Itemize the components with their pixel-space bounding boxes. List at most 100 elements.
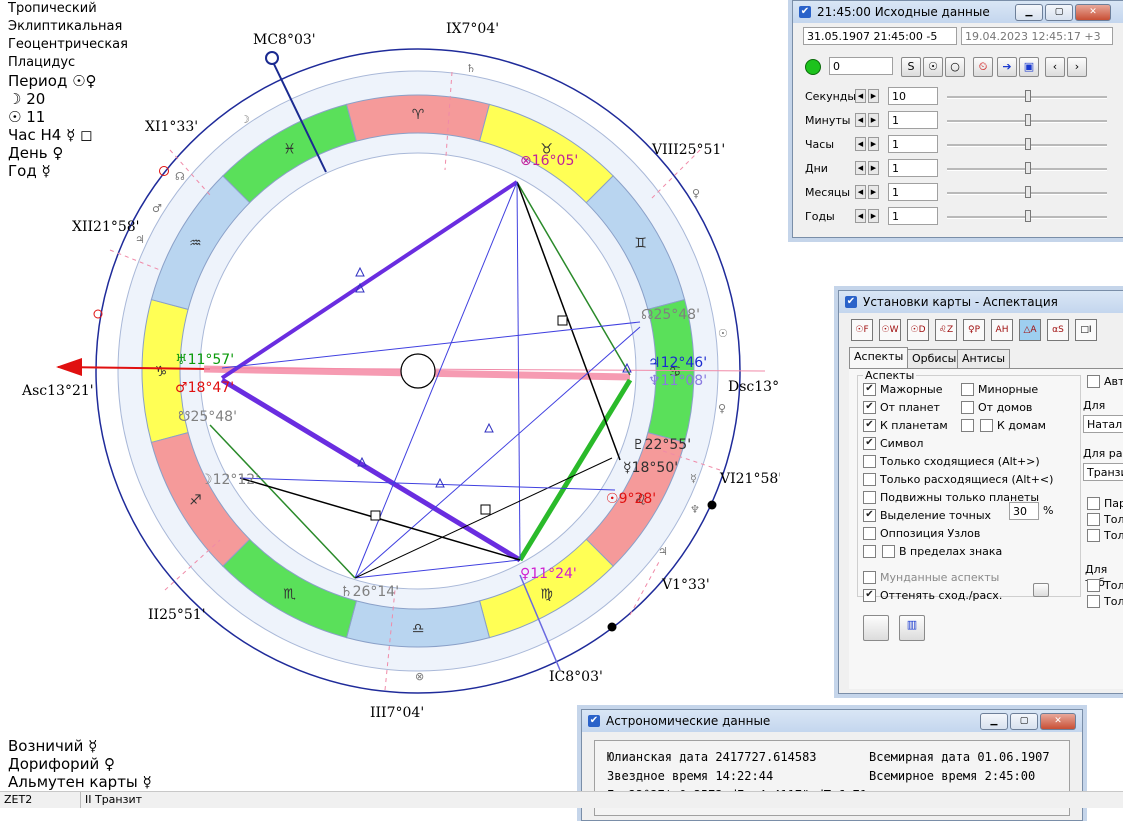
source-data-window[interactable]: ✔ 21:45:00 Исходные данные ▁ ▢ ✕ 31.05.1… bbox=[792, 0, 1123, 238]
planets-icon[interactable]: ♀P bbox=[963, 319, 985, 341]
tol3-checkbox[interactable]: Тол bbox=[1087, 579, 1123, 592]
spin-up-button[interactable]: ▶ bbox=[868, 137, 879, 151]
tol2-checkbox[interactable]: Тол bbox=[1087, 529, 1123, 542]
maximize-button[interactable]: ▢ bbox=[1045, 4, 1073, 21]
row-value-field[interactable]: 1 bbox=[888, 183, 938, 201]
asc-houses-icon[interactable]: AH bbox=[991, 319, 1013, 341]
aspect-option-checkbox[interactable]: ✔ Символ bbox=[863, 437, 923, 450]
sagittarius-icon: ♐ bbox=[189, 493, 202, 509]
aspect-option-checkbox[interactable]: К домам bbox=[961, 419, 1046, 432]
aspect-option-checkbox[interactable]: В пределах знака bbox=[863, 545, 1002, 558]
chart-settings-window[interactable]: ✔ Установки карты - Аспектация ☉F ☉W ☉D … bbox=[838, 290, 1123, 694]
tab-aspects[interactable]: Аспекты bbox=[849, 347, 909, 368]
part-of-fortune-icon: ⊗ bbox=[520, 153, 532, 169]
aspect-option-checkbox[interactable]: ✔ Мажорные bbox=[863, 383, 943, 396]
spin-down-button[interactable]: ◀ bbox=[855, 209, 866, 223]
spin-down-button[interactable]: ◀ bbox=[855, 89, 866, 103]
fixed-stars-icon[interactable]: ☉F bbox=[851, 319, 873, 341]
prev-button[interactable]: ‹ bbox=[1045, 57, 1065, 77]
shade-options-button[interactable] bbox=[1033, 583, 1049, 597]
aspect-option-checkbox[interactable]: Только расходящиеся (Alt+<) bbox=[863, 473, 1053, 486]
days-icon[interactable]: ☉D bbox=[907, 319, 929, 341]
day-line: День ♀ bbox=[8, 144, 64, 162]
house-ii-deg: 25°51' bbox=[159, 607, 205, 623]
tol1-checkbox[interactable]: Тол bbox=[1087, 513, 1123, 526]
par-checkbox[interactable]: Пар bbox=[1087, 497, 1123, 510]
aspect-option-checkbox[interactable]: Оппозиция Узлов bbox=[863, 527, 980, 540]
row-value-field[interactable]: 1 bbox=[888, 111, 938, 129]
spin-down-button[interactable]: ◀ bbox=[855, 137, 866, 151]
minimize-button[interactable]: ▁ bbox=[980, 713, 1008, 730]
spin-down-button[interactable]: ◀ bbox=[855, 185, 866, 199]
natal-date-field[interactable]: 31.05.1907 21:45:00 -5 bbox=[803, 27, 957, 45]
sun-button[interactable]: ☉ bbox=[923, 57, 943, 77]
spin-up-button[interactable]: ▶ bbox=[868, 89, 879, 103]
stars-s-icon[interactable]: αS bbox=[1047, 319, 1069, 341]
save-icon[interactable]: ▣ bbox=[1019, 57, 1039, 77]
transit-select[interactable]: Транзи bbox=[1083, 463, 1123, 481]
almuten: Альмутен карты ☿ bbox=[8, 773, 152, 791]
aspect-option-checkbox[interactable]: ✔ Оттенять сход./расх. bbox=[863, 589, 1002, 602]
step-counter-field[interactable]: 0 bbox=[829, 57, 893, 75]
center-type: Геоцентрическая bbox=[8, 37, 128, 52]
spin-up-button[interactable]: ▶ bbox=[868, 161, 879, 175]
auto-checkbox[interactable]: Авт bbox=[1087, 375, 1123, 388]
spin-down-button[interactable]: ◀ bbox=[855, 113, 866, 127]
spin-down-button[interactable]: ◀ bbox=[855, 161, 866, 175]
sidereal-time: Звездное время 14:22:44 bbox=[607, 769, 774, 783]
spin-up-button[interactable]: ▶ bbox=[868, 185, 879, 199]
maximize-button[interactable]: ▢ bbox=[1010, 713, 1038, 730]
spin-up-button[interactable]: ▶ bbox=[868, 113, 879, 127]
close-button[interactable]: ✕ bbox=[1040, 713, 1076, 730]
row-slider-thumb[interactable] bbox=[1025, 90, 1031, 102]
info-i-icon[interactable]: □I bbox=[1075, 319, 1097, 341]
uranus-icon: ♅ bbox=[175, 352, 188, 368]
tol4-checkbox[interactable]: Тол bbox=[1087, 595, 1123, 608]
row-value-field[interactable]: 1 bbox=[888, 135, 938, 153]
svg-text:☉: ☉ bbox=[718, 327, 728, 340]
row-value-field[interactable]: 1 bbox=[888, 207, 938, 225]
settings-window-titlebar[interactable]: ✔ Установки карты - Аспектация bbox=[839, 291, 1123, 313]
aspect-option-checkbox[interactable]: ✔ Выделение точных bbox=[863, 509, 991, 522]
close-button[interactable]: ✕ bbox=[1075, 4, 1111, 21]
aspect-option-checkbox[interactable]: От домов bbox=[961, 401, 1032, 414]
natal-select[interactable]: Натал bbox=[1083, 415, 1123, 433]
aspect-option-checkbox[interactable]: ✔ От планет bbox=[863, 401, 940, 414]
aspect-option-checkbox[interactable]: Мунданные аспекты bbox=[863, 571, 999, 584]
spin-up-button[interactable]: ▶ bbox=[868, 209, 879, 223]
minimize-button[interactable]: ▁ bbox=[1015, 4, 1043, 21]
transit-date-field[interactable]: 19.04.2023 12:45:17 +3 bbox=[961, 27, 1113, 45]
zodiac-icon[interactable]: ♌Z bbox=[935, 319, 957, 341]
weeks-icon[interactable]: ☉W bbox=[879, 319, 901, 341]
row-slider-thumb[interactable] bbox=[1025, 114, 1031, 126]
strike-s-button[interactable]: S bbox=[901, 57, 921, 77]
pluto-icon: ♇ bbox=[632, 437, 645, 453]
tab-antiscia[interactable]: Антисы bbox=[957, 349, 1011, 368]
circle-button[interactable]: ○ bbox=[945, 57, 965, 77]
sun-line: ☉ 11 bbox=[8, 108, 46, 126]
exact-value-field[interactable]: 30 bbox=[1009, 502, 1039, 520]
grid-button[interactable]: ▥ bbox=[899, 615, 925, 641]
tab-orbs[interactable]: Орбисы bbox=[907, 349, 962, 368]
mc-marker[interactable] bbox=[265, 51, 279, 65]
aspect-option-checkbox[interactable]: Только сходящиеся (Alt+>) bbox=[863, 455, 1040, 468]
status-bar: ZET2 II Транзит bbox=[0, 791, 1123, 808]
row-slider-thumb[interactable] bbox=[1025, 162, 1031, 174]
row-slider-thumb[interactable] bbox=[1025, 138, 1031, 150]
part-of-fortune-deg: 16°05' bbox=[532, 153, 578, 169]
row-value-field[interactable]: 10 bbox=[888, 87, 938, 105]
aspect-option-checkbox[interactable]: Минорные bbox=[961, 383, 1038, 396]
earth-center bbox=[400, 353, 436, 389]
row-slider-thumb[interactable] bbox=[1025, 186, 1031, 198]
next-button[interactable]: › bbox=[1067, 57, 1087, 77]
app-icon: ✔ bbox=[845, 296, 857, 308]
color-button[interactable] bbox=[863, 615, 889, 641]
row-value-field[interactable]: 1 bbox=[888, 159, 938, 177]
row-slider-thumb[interactable] bbox=[1025, 210, 1031, 222]
clock-button[interactable]: ⏲ bbox=[973, 57, 993, 77]
aspect-option-checkbox[interactable]: ✔ К планетам bbox=[863, 419, 948, 432]
run-indicator-icon[interactable] bbox=[805, 59, 821, 75]
source-window-titlebar[interactable]: ✔ 21:45:00 Исходные данные bbox=[793, 1, 1123, 23]
export-button[interactable]: ➔ bbox=[997, 57, 1017, 77]
aspects-icon[interactable]: △A bbox=[1019, 319, 1041, 341]
